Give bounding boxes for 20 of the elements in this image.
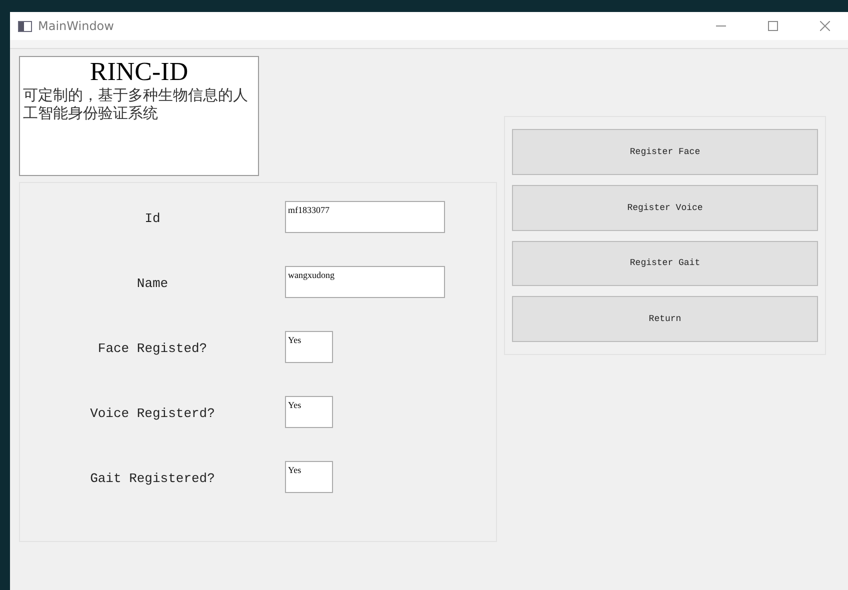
field-label: Gait Registered? xyxy=(89,471,216,486)
input-field[interactable]: Yes xyxy=(285,396,333,428)
input-field[interactable]: Yes xyxy=(285,461,333,493)
logo-subtitle: 可定制的，基于多种生物信息的人工智能身份验证系统 xyxy=(22,87,249,123)
logo-title: RINC-ID xyxy=(88,57,190,87)
window-icon xyxy=(18,20,32,32)
field-label: Name xyxy=(136,276,170,291)
field-label: Face Registed? xyxy=(96,341,208,356)
field-label: Id xyxy=(144,211,162,226)
window-title: MainWindow xyxy=(38,19,115,33)
field-label: Voice Registerd? xyxy=(89,406,216,421)
input-field[interactable]: mf1833077 xyxy=(285,201,445,233)
action-button[interactable]: Register Voice xyxy=(512,184,818,230)
action-button[interactable]: Register Gait xyxy=(512,240,818,286)
close-icon[interactable] xyxy=(820,21,830,31)
action-button[interactable]: Return xyxy=(512,296,818,342)
input-field[interactable]: wangxudong xyxy=(285,266,445,298)
action-button[interactable]: Register Face xyxy=(512,129,818,175)
input-field[interactable]: Yes xyxy=(285,331,333,363)
maximize-icon[interactable] xyxy=(768,21,778,31)
